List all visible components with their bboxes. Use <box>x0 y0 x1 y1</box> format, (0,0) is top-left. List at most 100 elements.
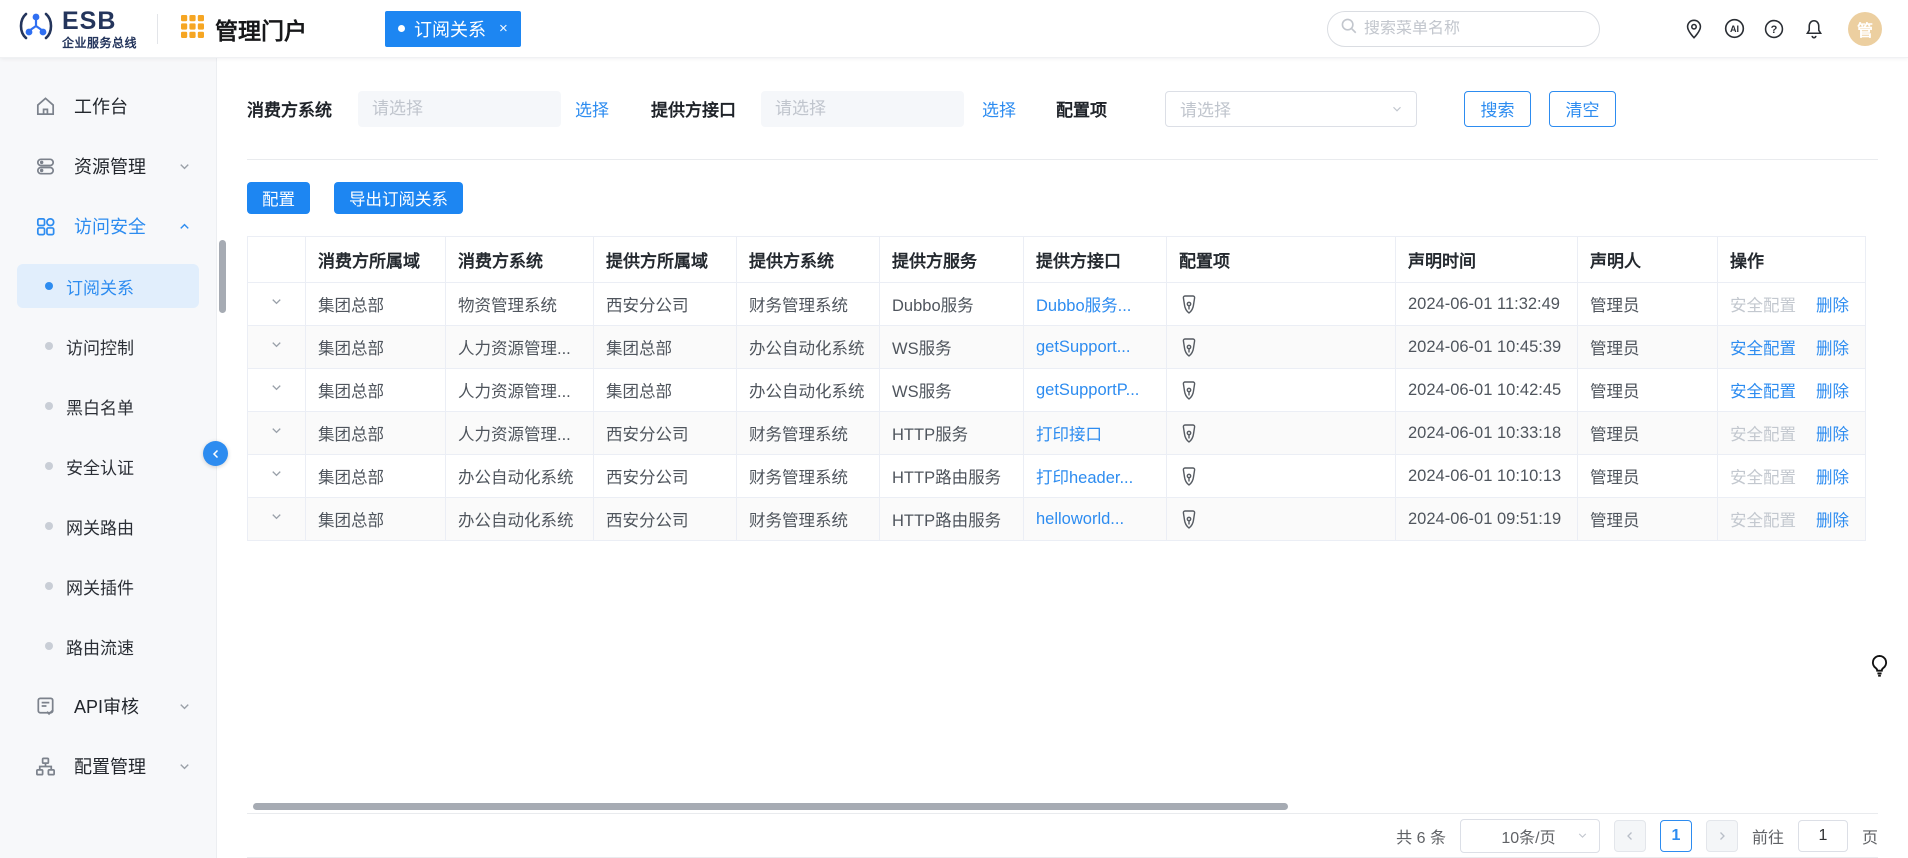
consumer-domain-cell: 集团总部 <box>306 283 446 326</box>
sidebar-item-gateway-plugin[interactable]: 网关插件 <box>0 556 216 616</box>
help-icon[interactable]: ? <box>1762 17 1786 41</box>
provider-interface-link[interactable]: Dubbo服务... <box>1036 297 1131 315</box>
provider-domain-cell: 西安分公司 <box>594 283 737 326</box>
expand-row-button[interactable] <box>248 369 306 412</box>
provider-domain-cell: 西安分公司 <box>594 455 737 498</box>
sidebar-item-route-flow-rate[interactable]: 路由流速 <box>0 616 216 676</box>
delete-link[interactable]: 删除 <box>1816 383 1849 401</box>
lightbulb-icon[interactable] <box>1867 653 1892 683</box>
consumer-system-input[interactable] <box>358 91 561 127</box>
portal-title: 管理门户 <box>215 12 307 46</box>
delete-link[interactable]: 删除 <box>1816 512 1849 530</box>
provider-interface-link[interactable]: 打印header... <box>1036 469 1133 487</box>
prev-page-button[interactable] <box>1614 820 1646 852</box>
security-config-link[interactable]: 安全配置 <box>1730 383 1796 401</box>
security-config-link[interactable]: 安全配置 <box>1730 297 1796 315</box>
topbar-icons: AI ? 管 <box>1682 12 1882 46</box>
menu-search-input[interactable] <box>1364 20 1587 38</box>
consumer-system-choose-link[interactable]: 选择 <box>575 96 609 121</box>
provider-interface-link[interactable]: getSupport... <box>1036 338 1130 356</box>
expand-row-button[interactable] <box>248 326 306 369</box>
config-item-select[interactable]: 请选择 <box>1165 91 1417 127</box>
column-header: 消费方系统 <box>446 237 594 283</box>
sidebar-item-config-management[interactable]: 配置管理 <box>0 736 216 796</box>
security-config-link[interactable]: 安全配置 <box>1730 340 1796 358</box>
search-button[interactable]: 搜索 <box>1464 91 1531 127</box>
expand-row-button[interactable] <box>248 455 306 498</box>
provider-domain-cell: 西安分公司 <box>594 412 737 455</box>
delete-link[interactable]: 删除 <box>1816 340 1849 358</box>
page-size-select[interactable]: 10条/页 <box>1460 819 1600 853</box>
config-item-icon[interactable] <box>1179 294 1199 314</box>
table-row: 集团总部人力资源管理...西安分公司财务管理系统HTTP服务打印接口2024-0… <box>248 412 1866 455</box>
expand-row-button[interactable] <box>248 283 306 326</box>
notification-bell-icon[interactable] <box>1802 17 1826 41</box>
next-page-button[interactable] <box>1706 820 1738 852</box>
security-config-link[interactable]: 安全配置 <box>1730 469 1796 487</box>
goto-page-input[interactable] <box>1798 820 1848 852</box>
delete-link[interactable]: 删除 <box>1816 297 1849 315</box>
expand-row-button[interactable] <box>248 412 306 455</box>
provider-interface-input[interactable] <box>761 91 964 127</box>
grid-icon <box>33 214 57 238</box>
declared-time-cell: 2024-06-01 10:45:39 <box>1396 326 1578 369</box>
delete-link[interactable]: 删除 <box>1816 469 1849 487</box>
user-avatar[interactable]: 管 <box>1848 12 1882 46</box>
chevron-down-icon <box>177 159 192 174</box>
config-item-icon[interactable] <box>1179 380 1199 400</box>
action-bar: 配置 导出订阅关系 <box>247 160 1878 236</box>
security-config-link[interactable]: 安全配置 <box>1730 426 1796 444</box>
config-item-icon[interactable] <box>1179 466 1199 486</box>
config-item-icon[interactable] <box>1179 509 1199 529</box>
tab-subscription-relations[interactable]: 订阅关系 × <box>385 11 521 47</box>
sidebar: 工作台 资源管理 <box>0 58 217 858</box>
sidebar-item-subscription-relations[interactable]: 订阅关系 <box>0 256 216 316</box>
bullet-dot-icon <box>45 282 53 290</box>
provider-system-cell: 办公自动化系统 <box>737 326 880 369</box>
delete-link[interactable]: 删除 <box>1816 426 1849 444</box>
sidebar-item-security-auth[interactable]: 安全认证 <box>0 436 216 496</box>
provider-interface-link[interactable]: 打印接口 <box>1036 426 1102 444</box>
export-subscriptions-button[interactable]: 导出订阅关系 <box>334 182 463 214</box>
provider-interface-label: 提供方接口 <box>651 96 736 121</box>
sidebar-item-access-control[interactable]: 访问控制 <box>0 316 216 376</box>
sidebar-item-resource-management[interactable]: 资源管理 <box>0 136 216 196</box>
provider-system-cell: 财务管理系统 <box>737 283 880 326</box>
consumer-domain-cell: 集团总部 <box>306 412 446 455</box>
declared-time-cell: 2024-06-01 09:51:19 <box>1396 498 1578 541</box>
provider-interface-choose-link[interactable]: 选择 <box>982 96 1016 121</box>
expand-row-button[interactable] <box>248 498 306 541</box>
search-icon <box>1340 17 1358 40</box>
config-item-icon[interactable] <box>1179 423 1199 443</box>
declared-by-cell: 管理员 <box>1578 412 1718 455</box>
document-check-icon <box>33 694 57 718</box>
consumer-system-cell: 人力资源管理... <box>446 326 594 369</box>
sidebar-item-workbench[interactable]: 工作台 <box>0 76 216 136</box>
sidebar-collapse-button[interactable] <box>203 441 228 466</box>
configure-button[interactable]: 配置 <box>247 182 310 214</box>
provider-interface-link[interactable]: helloworld... <box>1036 510 1124 528</box>
clear-button[interactable]: 清空 <box>1549 91 1616 127</box>
declared-time-cell: 2024-06-01 11:32:49 <box>1396 283 1578 326</box>
tab-close-icon[interactable]: × <box>499 20 508 37</box>
ai-assistant-icon[interactable]: AI <box>1722 17 1746 41</box>
servers-icon <box>33 154 57 178</box>
sidebar-item-gateway-route[interactable]: 网关路由 <box>0 496 216 556</box>
sidebar-item-black-white-list[interactable]: 黑白名单 <box>0 376 216 436</box>
declared-time-cell: 2024-06-01 10:42:45 <box>1396 369 1578 412</box>
current-page-button[interactable]: 1 <box>1660 820 1692 852</box>
sidebar-item-access-security[interactable]: 访问安全 <box>0 196 216 256</box>
security-config-link[interactable]: 安全配置 <box>1730 512 1796 530</box>
consumer-domain-cell: 集团总部 <box>306 498 446 541</box>
vertical-scrollbar-thumb[interactable] <box>219 240 226 313</box>
menu-search-box[interactable] <box>1327 11 1600 47</box>
provider-service-cell: HTTP路由服务 <box>880 498 1024 541</box>
column-header: 提供方所属域 <box>594 237 737 283</box>
column-header: 配置项 <box>1167 237 1396 283</box>
horizontal-scrollbar-thumb[interactable] <box>253 803 1288 810</box>
config-item-icon[interactable] <box>1179 337 1199 357</box>
location-pin-icon[interactable] <box>1682 17 1706 41</box>
provider-interface-link[interactable]: getSupportP... <box>1036 381 1139 399</box>
svg-text:?: ? <box>1771 23 1778 35</box>
sidebar-item-api-review[interactable]: API审核 <box>0 676 216 736</box>
